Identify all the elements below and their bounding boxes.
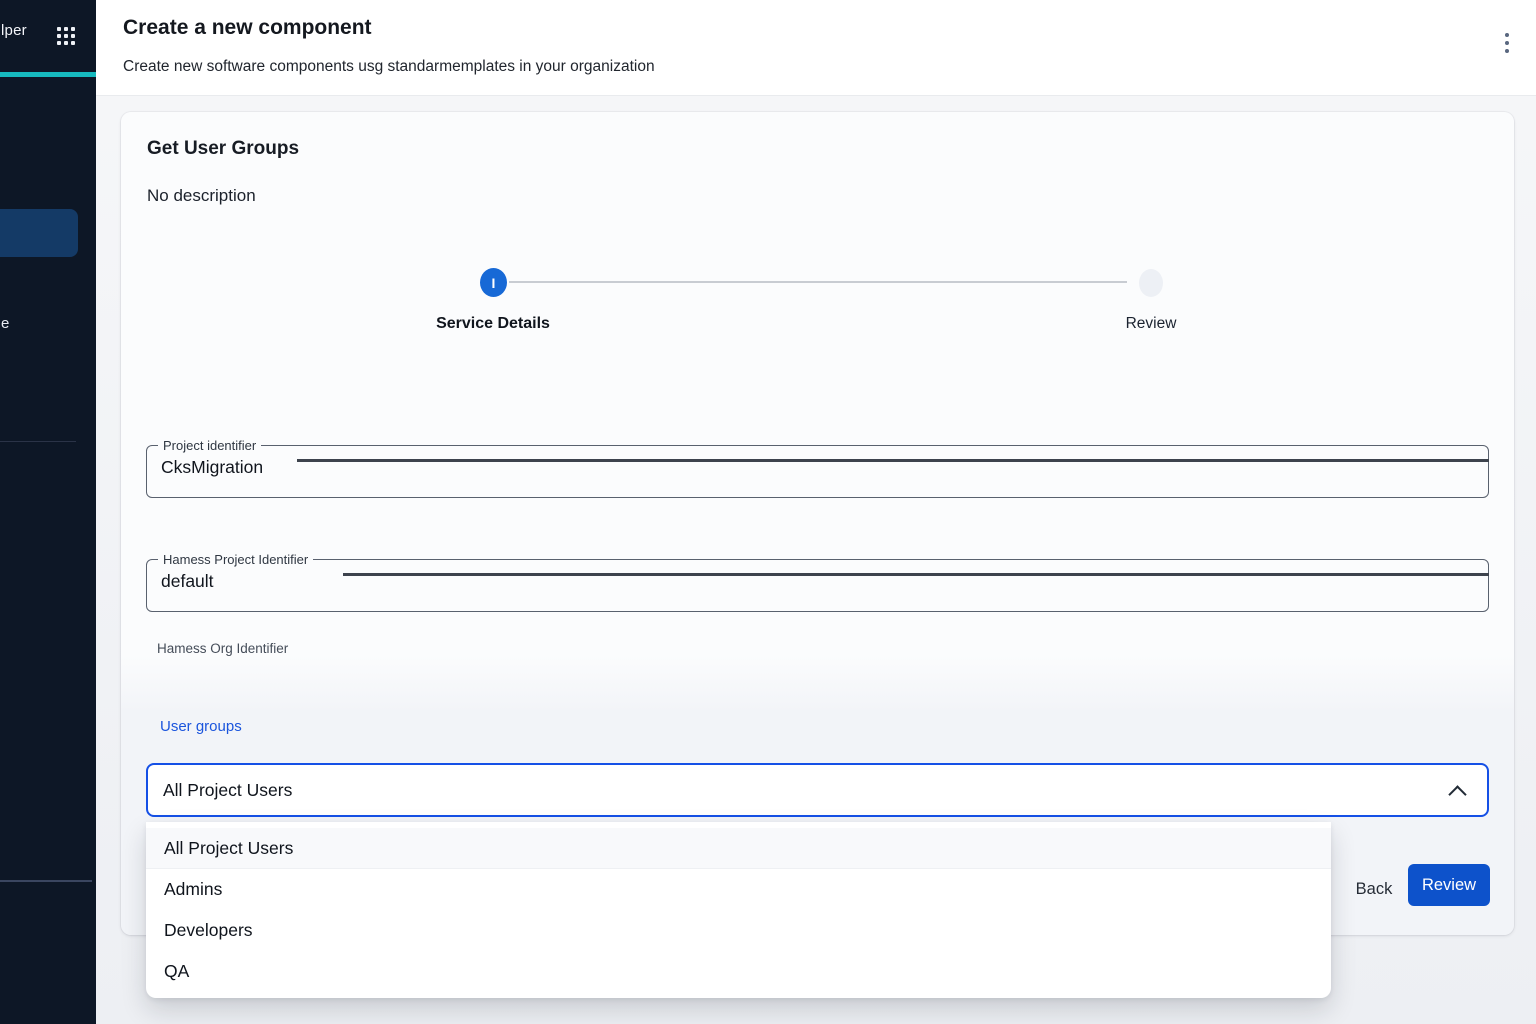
step-number: I — [492, 275, 496, 291]
step-label-review: Review — [1076, 315, 1226, 333]
sidebar-item-selected[interactable] — [0, 209, 78, 257]
user-groups-select-value: All Project Users — [148, 780, 292, 801]
dropdown-option-qa[interactable]: QA — [146, 951, 1331, 992]
user-groups-dropdown: All Project Users Admins Developers QA — [146, 822, 1331, 998]
step-label-service-details: Service Details — [393, 315, 593, 333]
sidebar-accent-line — [0, 72, 96, 77]
kebab-menu-icon[interactable] — [1502, 30, 1512, 56]
user-groups-link[interactable]: User groups — [160, 718, 242, 735]
field-notch-line — [343, 573, 1489, 576]
card-description: No description — [147, 186, 256, 206]
step-indicator-service-details[interactable]: I — [480, 268, 507, 297]
hamess-org-identifier-label: Hamess Org Identifier — [157, 641, 288, 656]
dropdown-option-admins[interactable]: Admins — [146, 869, 1331, 910]
project-identifier-field[interactable]: Project identifier CksMigration — [146, 438, 1489, 498]
brand-text: lper — [1, 22, 27, 39]
sidebar-item-label[interactable]: e — [1, 315, 9, 332]
hamess-project-identifier-value[interactable]: default — [147, 567, 1488, 592]
page-header: Create a new component Create new softwa… — [96, 0, 1536, 96]
dropdown-option-developers[interactable]: Developers — [146, 910, 1331, 951]
sidebar-divider — [0, 880, 92, 882]
user-groups-select[interactable]: All Project Users — [146, 763, 1489, 817]
review-button[interactable]: Review — [1408, 864, 1490, 906]
template-card: Get User Groups No description I Service… — [121, 112, 1514, 935]
stepper-connector — [509, 281, 1127, 283]
sidebar-divider — [0, 441, 76, 442]
apps-grid-icon[interactable] — [57, 27, 75, 45]
chevron-up-icon[interactable] — [1448, 785, 1466, 803]
dropdown-option-all-project-users[interactable]: All Project Users — [146, 828, 1331, 869]
card-title: Get User Groups — [147, 138, 299, 160]
project-identifier-value[interactable]: CksMigration — [147, 453, 1488, 478]
project-identifier-label: Project identifier — [158, 438, 261, 453]
field-notch-line — [297, 459, 1489, 462]
page-subtitle: Create new software components usg stand… — [123, 58, 655, 76]
back-button[interactable]: Back — [1345, 875, 1403, 903]
page-title: Create a new component — [123, 16, 372, 40]
hamess-project-identifier-field[interactable]: Hamess Project Identifier default — [146, 552, 1489, 612]
hamess-project-identifier-label: Hamess Project Identifier — [158, 552, 313, 567]
step-indicator-review[interactable] — [1139, 269, 1163, 297]
sidebar: lper e — [0, 0, 96, 1024]
